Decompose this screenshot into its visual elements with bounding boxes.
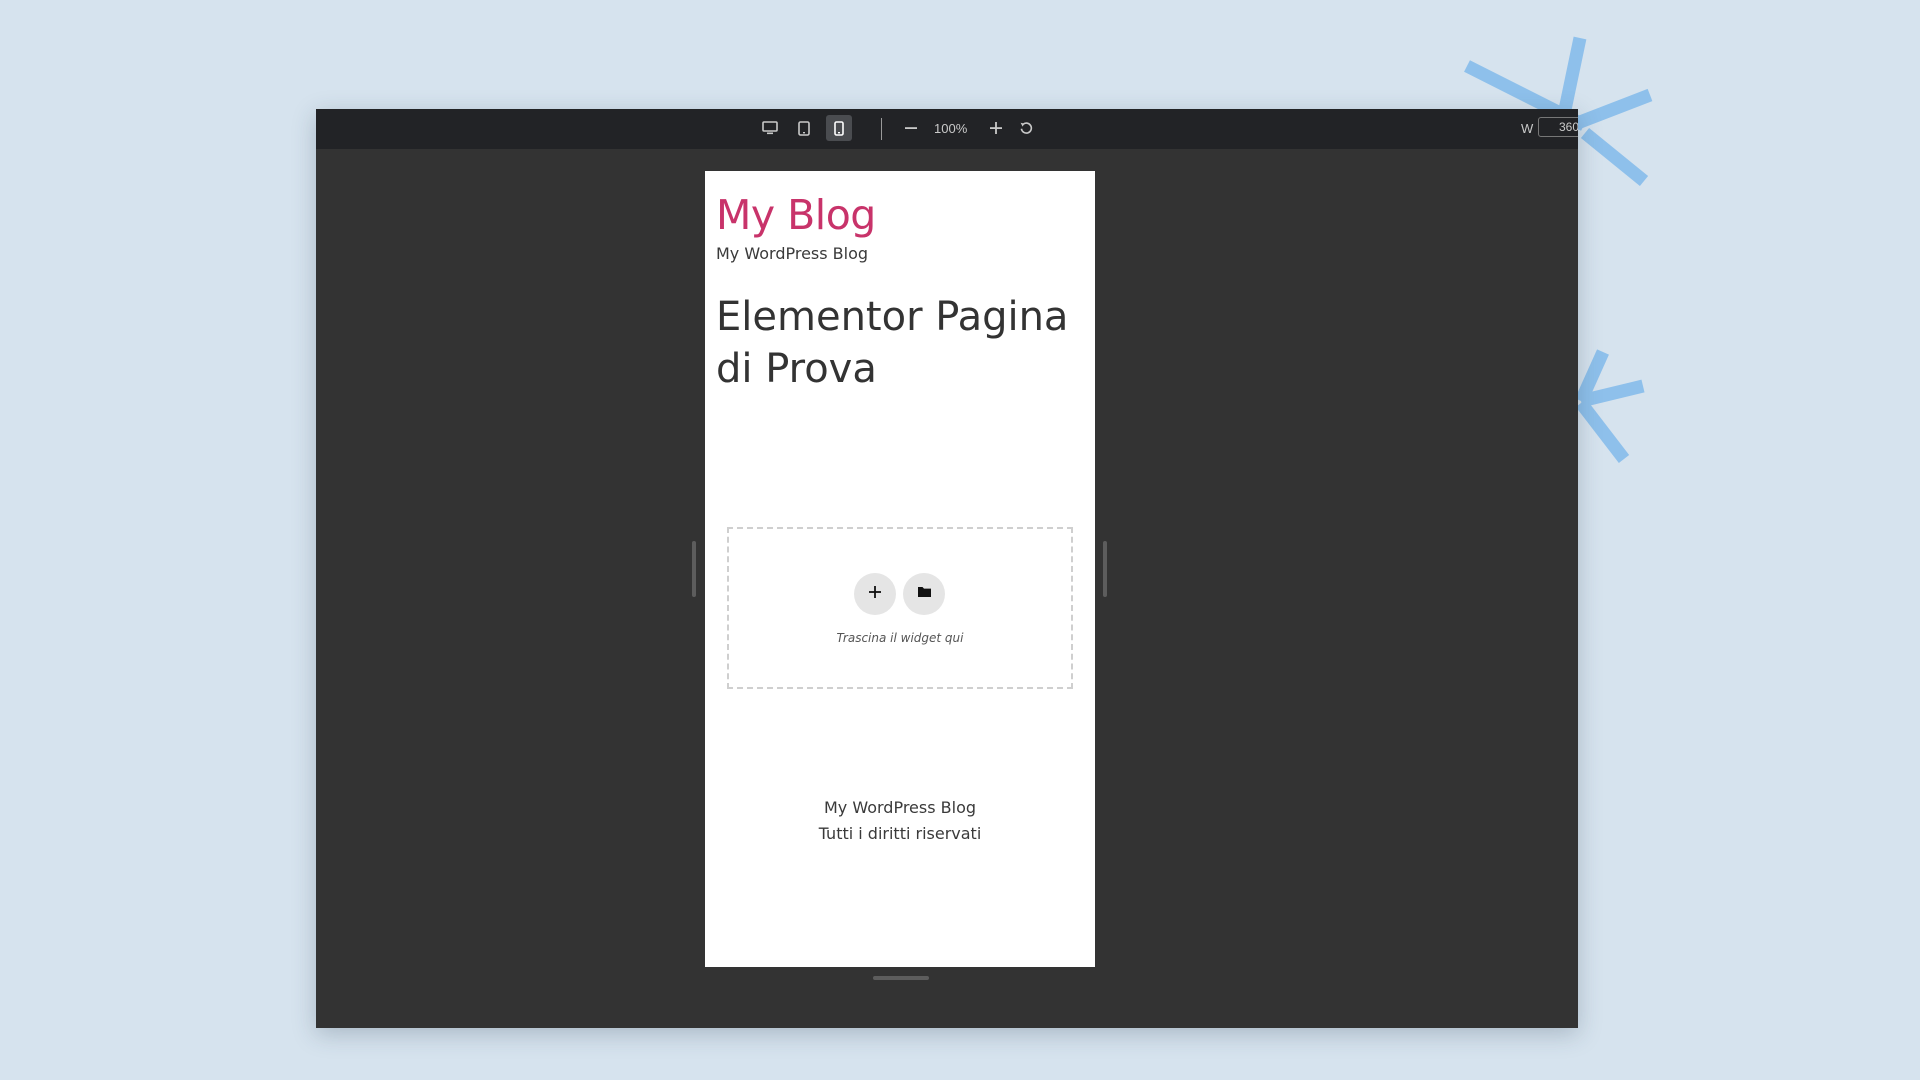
width-input[interactable]: [1538, 117, 1578, 137]
left-resize-handle[interactable]: [692, 541, 696, 597]
right-resize-handle[interactable]: [1103, 541, 1107, 597]
mobile-preview-frame: My Blog My WordPress Blog Elementor Pagi…: [705, 171, 1095, 967]
tablet-icon: [798, 120, 810, 136]
bottom-resize-handle[interactable]: [873, 976, 929, 980]
reset-icon: [1019, 121, 1033, 135]
minus-icon: [904, 121, 918, 135]
folder-icon: [917, 585, 932, 603]
plus-icon: [989, 121, 1003, 135]
footer-rights: Tutti i diritti riservati: [818, 824, 982, 843]
device-desktop-button[interactable]: [757, 115, 783, 141]
width-label: W: [1521, 121, 1534, 136]
site-title[interactable]: My Blog: [716, 191, 876, 239]
responsive-toolbar: 100% W: [316, 109, 1578, 149]
dropzone-hint: Trascina il widget qui: [836, 631, 964, 645]
add-section-button[interactable]: [854, 573, 896, 615]
device-mobile-button[interactable]: [826, 115, 852, 141]
mobile-icon: [834, 120, 844, 136]
zoom-out-button[interactable]: [900, 115, 922, 141]
toolbar-separator: [881, 118, 882, 140]
desktop-icon: [762, 121, 778, 135]
zoom-in-button[interactable]: [985, 115, 1007, 141]
plus-icon: [868, 585, 882, 604]
widget-dropzone[interactable]: Trascina il widget qui: [727, 527, 1073, 689]
page-title: Elementor Pagina di Prova: [716, 294, 1069, 392]
zoom-level: 100%: [934, 121, 968, 136]
device-tablet-button[interactable]: [791, 115, 817, 141]
site-tagline: My WordPress Blog: [716, 244, 869, 263]
zoom-reset-button[interactable]: [1015, 115, 1037, 141]
add-template-button[interactable]: [903, 573, 945, 615]
editor-window: 100% W My Blog My WordPress Blog Element…: [316, 109, 1578, 1028]
footer-site-name: My WordPress Blog: [823, 798, 977, 817]
